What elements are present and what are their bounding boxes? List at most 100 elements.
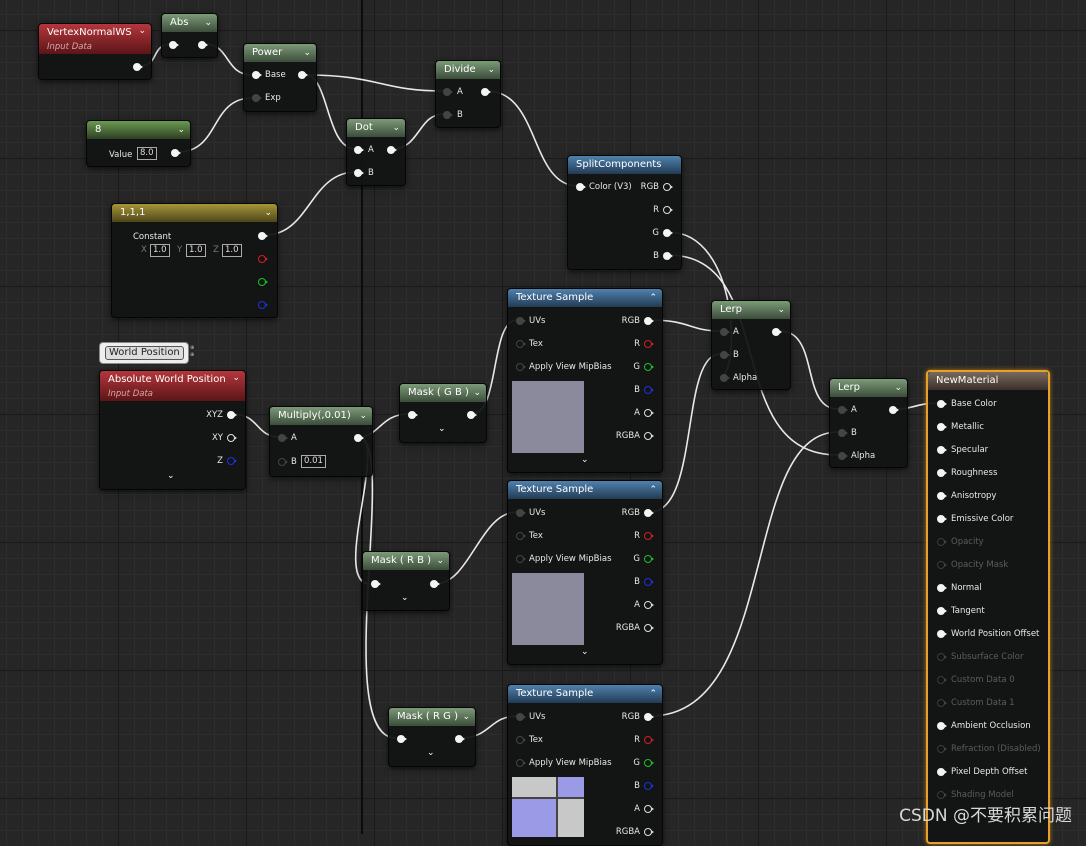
input-pin[interactable] xyxy=(408,411,418,419)
chevron-down-icon[interactable]: ⌄ xyxy=(487,61,495,79)
node-header[interactable]: NewMaterial xyxy=(928,372,1048,390)
input-pin-mip[interactable] xyxy=(516,363,526,371)
chevron-up-icon[interactable]: ⌃ xyxy=(649,481,657,499)
output-pin-r[interactable] xyxy=(258,255,268,263)
node-new-material[interactable]: NewMaterial Base Color Metallic Specular Ro… xyxy=(926,370,1050,844)
chevron-up-icon[interactable]: ⌃ xyxy=(649,289,657,307)
input-pin-uvs[interactable] xyxy=(516,317,526,325)
input-pin-a[interactable] xyxy=(720,328,730,336)
input-pin[interactable] xyxy=(169,41,179,49)
material-input-pin[interactable] xyxy=(937,538,947,546)
chevron-down-icon[interactable]: ⌄ xyxy=(777,301,785,319)
chevron-down-icon[interactable]: ⌄ xyxy=(581,455,589,465)
output-pin-g[interactable] xyxy=(258,278,268,286)
output-pin-rgba[interactable] xyxy=(644,624,654,632)
material-input-pin[interactable] xyxy=(937,630,947,638)
material-input-pin[interactable] xyxy=(937,584,947,592)
node-header[interactable]: Abs ⌄ xyxy=(162,14,217,32)
input-pin-a[interactable] xyxy=(443,88,453,96)
material-input-pin[interactable] xyxy=(937,745,947,753)
material-input-pin[interactable] xyxy=(937,515,947,523)
chevron-down-icon[interactable]: ⌄ xyxy=(177,121,185,139)
y-field[interactable]: 1.0 xyxy=(186,244,206,257)
output-pin-xy[interactable] xyxy=(227,434,237,442)
material-input-pin[interactable] xyxy=(937,768,947,776)
b-value-field[interactable]: 0.01 xyxy=(301,455,326,468)
input-pin-tex[interactable] xyxy=(516,736,526,744)
input-pin[interactable] xyxy=(371,580,381,588)
input-pin-mip[interactable] xyxy=(516,759,526,767)
output-pin[interactable] xyxy=(171,149,181,157)
output-pin-rgb[interactable] xyxy=(258,232,268,240)
node-vertex-normal-ws[interactable]: VertexNormalWS Input Data ⌄ xyxy=(38,23,152,80)
input-pin-color[interactable] xyxy=(576,183,586,191)
output-pin-a[interactable] xyxy=(644,409,654,417)
output-pin[interactable] xyxy=(430,580,440,588)
input-pin-b[interactable] xyxy=(354,169,364,177)
chevron-down-icon[interactable]: ⌄ xyxy=(232,371,240,385)
material-input-pin[interactable] xyxy=(937,699,947,707)
world-position-comment-tag[interactable]: World Position ⊕ ⊕ xyxy=(99,342,194,364)
node-header[interactable]: 8 ⌄ xyxy=(87,121,190,139)
input-pin-a[interactable] xyxy=(354,146,364,154)
output-pin-g[interactable] xyxy=(644,759,654,767)
node-header[interactable]: Mask ( R G ) ⌄ xyxy=(389,708,475,726)
node-texture-sample-1[interactable]: Texture Sample ⌃ UVs Tex Apply View MipB… xyxy=(507,288,663,473)
chevron-down-icon[interactable]: ⌄ xyxy=(401,593,409,603)
x-field[interactable]: 1.0 xyxy=(150,244,170,257)
node-header[interactable]: Texture Sample ⌃ xyxy=(508,289,662,307)
node-header[interactable]: SplitComponents xyxy=(568,156,681,174)
chevron-down-icon[interactable]: ⌄ xyxy=(438,424,446,434)
output-pin[interactable] xyxy=(467,411,477,419)
output-pin[interactable] xyxy=(298,71,308,79)
output-pin-g[interactable] xyxy=(663,229,673,237)
input-pin-tex[interactable] xyxy=(516,340,526,348)
chevron-down-icon[interactable]: ⌄ xyxy=(427,748,435,758)
z-field[interactable]: 1.0 xyxy=(222,244,242,257)
node-header[interactable]: Texture Sample ⌃ xyxy=(508,685,662,703)
node-lerp-2[interactable]: Lerp ⌄ A B Alpha xyxy=(829,378,908,468)
node-mask-rg[interactable]: Mask ( R G ) ⌄ ⌄ xyxy=(388,707,476,767)
node-lerp-1[interactable]: Lerp ⌄ A B Alpha xyxy=(711,300,791,390)
output-pin-xyz[interactable] xyxy=(227,411,237,419)
output-pin-b[interactable] xyxy=(644,386,654,394)
input-pin-base[interactable] xyxy=(252,71,262,79)
input-pin-mip[interactable] xyxy=(516,555,526,563)
material-input-pin[interactable] xyxy=(937,492,947,500)
node-mask-rb[interactable]: Mask ( R B ) ⌄ ⌄ xyxy=(362,551,450,611)
output-pin-rgba[interactable] xyxy=(644,432,654,440)
node-multiply[interactable]: Multiply(,0.01) ⌄ A B 0.01 xyxy=(269,406,373,477)
output-pin-rgb[interactable] xyxy=(644,317,654,325)
node-header[interactable]: Lerp ⌄ xyxy=(712,301,790,319)
chevron-down-icon[interactable]: ⌄ xyxy=(581,647,589,657)
node-absolute-world-position[interactable]: Absolute World Position Input Data ⌄ XYZ… xyxy=(99,370,246,490)
node-header[interactable]: Dot ⌄ xyxy=(347,119,405,137)
chevron-up-icon[interactable]: ⌃ xyxy=(649,685,657,703)
chevron-down-icon[interactable]: ⌄ xyxy=(462,708,470,726)
material-input-pin[interactable] xyxy=(937,722,947,730)
input-pin-alpha[interactable] xyxy=(720,374,730,382)
material-input-pin[interactable] xyxy=(937,423,947,431)
node-texture-sample-3[interactable]: Texture Sample ⌃ UVs Tex Apply View MipB… xyxy=(507,684,663,846)
node-header[interactable]: Texture Sample ⌃ xyxy=(508,481,662,499)
input-pin-alpha[interactable] xyxy=(838,452,848,460)
material-input-pin[interactable] xyxy=(937,791,947,799)
input-pin-b[interactable] xyxy=(720,351,730,359)
node-header[interactable]: Multiply(,0.01) ⌄ xyxy=(270,407,372,425)
chevron-down-icon[interactable]: ⌄ xyxy=(359,407,367,425)
output-pin[interactable] xyxy=(387,146,397,154)
output-pin[interactable] xyxy=(772,328,782,336)
input-pin-tex[interactable] xyxy=(516,532,526,540)
node-header[interactable]: Mask ( G B ) ⌄ xyxy=(400,384,486,402)
input-pin-a[interactable] xyxy=(838,406,848,414)
input-pin[interactable] xyxy=(397,735,407,743)
material-input-pin[interactable] xyxy=(937,653,947,661)
value-field[interactable]: 8.0 xyxy=(137,147,157,160)
input-pin-b[interactable] xyxy=(838,429,848,437)
node-header[interactable]: Divide ⌄ xyxy=(436,61,500,79)
chevron-down-icon[interactable]: ⌄ xyxy=(264,204,272,222)
output-pin-a[interactable] xyxy=(644,805,654,813)
node-header[interactable]: Mask ( R B ) ⌄ xyxy=(363,552,449,570)
input-pin-uvs[interactable] xyxy=(516,509,526,517)
material-input-pin[interactable] xyxy=(937,400,947,408)
